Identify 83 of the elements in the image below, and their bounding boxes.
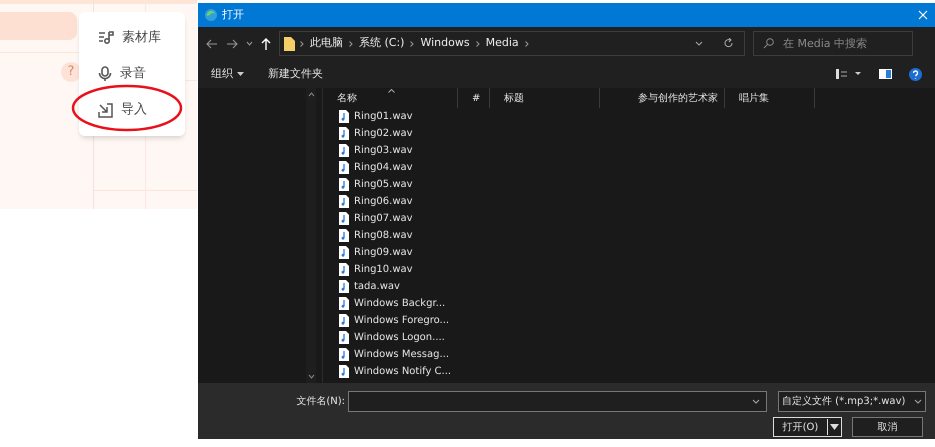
scroll-down-icon[interactable] — [308, 374, 315, 379]
new-folder-button[interactable]: 新建文件夹 — [268, 66, 323, 82]
open-split-button[interactable]: 打开(O) — [773, 417, 842, 437]
file-item[interactable]: Windows Backgr... — [339, 295, 935, 312]
music-note-icon — [98, 31, 114, 45]
caret-icon — [237, 72, 244, 76]
file-item[interactable]: Ring07.wav — [339, 210, 935, 227]
menu-item[interactable]: 素材库 — [79, 20, 185, 56]
scroll-up-icon[interactable] — [308, 92, 315, 97]
audio-file-icon — [339, 297, 349, 310]
column-header[interactable]: 标题 — [490, 88, 600, 108]
menu-item[interactable]: 录音 — [79, 56, 185, 92]
organize-menu[interactable]: 组织 — [211, 66, 244, 82]
file-item[interactable]: Ring01.wav — [339, 108, 935, 125]
dropdown-icon[interactable] — [752, 399, 760, 404]
breadcrumb[interactable]: 系统 (C:) — [359, 35, 404, 52]
scrollbar[interactable] — [306, 88, 316, 383]
file-item[interactable]: Ring04.wav — [339, 159, 935, 176]
audio-file-icon — [339, 110, 349, 123]
window-title: 打开 — [222, 6, 244, 23]
dropdown-icon — [914, 399, 922, 404]
cancel-button[interactable]: 取消 — [852, 417, 923, 437]
close-icon[interactable] — [918, 10, 928, 20]
audio-file-icon — [339, 263, 349, 276]
audio-file-icon — [339, 348, 349, 361]
audio-file-icon — [339, 314, 349, 327]
view-options-icon[interactable] — [836, 69, 862, 79]
search-field[interactable]: 在 Media 中搜索 — [753, 31, 913, 56]
file-item[interactable]: Ring06.wav — [339, 193, 935, 210]
file-item[interactable]: Ring10.wav — [339, 261, 935, 278]
chevron-icon — [524, 40, 529, 46]
audio-file-icon — [339, 195, 349, 208]
column-header[interactable]: # — [458, 88, 490, 108]
chevron-icon — [300, 40, 304, 46]
preview-pane-icon[interactable] — [879, 69, 892, 79]
file-item[interactable]: tada.wav — [339, 278, 935, 295]
recent-icon[interactable] — [246, 41, 253, 46]
audio-file-icon — [339, 212, 349, 225]
audio-file-icon — [339, 331, 349, 344]
file-item[interactable]: Ring09.wav — [339, 244, 935, 261]
sort-icon — [388, 89, 395, 93]
file-item[interactable]: Windows Messag... — [339, 346, 935, 363]
search-icon — [763, 38, 774, 49]
audio-file-icon — [339, 178, 349, 191]
audio-file-icon — [339, 127, 349, 140]
file-item[interactable]: Ring03.wav — [339, 142, 935, 159]
dropdown-icon[interactable] — [828, 423, 841, 431]
audio-file-icon — [339, 161, 349, 174]
help-icon[interactable] — [909, 68, 922, 80]
filename-label: 文件名(N): — [295, 394, 346, 409]
chevron-icon — [476, 40, 480, 46]
audio-file-icon — [339, 246, 349, 259]
file-type-dropdown[interactable]: 自定义文件 (*.mp3;*.wav) — [778, 391, 926, 412]
refresh-icon[interactable] — [724, 38, 734, 49]
forward-icon[interactable] — [226, 38, 238, 48]
import-icon — [98, 102, 113, 118]
audio-file-icon — [339, 280, 349, 293]
column-header[interactable]: 名称 — [323, 88, 458, 108]
microphone-icon — [98, 66, 112, 82]
audio-file-icon — [339, 229, 349, 242]
breadcrumb[interactable]: Media — [486, 35, 519, 52]
chevron-icon — [349, 40, 353, 46]
filename-field[interactable] — [348, 391, 767, 412]
dropdown-icon[interactable] — [695, 41, 703, 46]
address-bar[interactable]: 此电脑 系统 (C:) Windows Media — [279, 31, 745, 56]
app-icon — [204, 8, 218, 22]
column-header[interactable]: 参与创作的艺术家 — [600, 88, 725, 108]
breadcrumb[interactable]: Windows — [420, 35, 470, 52]
column-header[interactable]: 唱片集 — [725, 88, 815, 108]
menu-item[interactable]: 导入 — [79, 92, 185, 128]
file-item[interactable]: Ring02.wav — [339, 125, 935, 142]
audio-file-icon — [339, 144, 349, 157]
up-icon[interactable] — [261, 38, 271, 50]
file-item[interactable]: Ring05.wav — [339, 176, 935, 193]
file-item[interactable]: Windows Notify C... — [339, 363, 935, 380]
back-icon[interactable] — [206, 38, 218, 48]
file-item[interactable]: Windows Foregro... — [339, 312, 935, 329]
file-item[interactable]: Windows Logon.... — [339, 329, 935, 346]
folder-icon — [284, 36, 295, 50]
file-item[interactable]: Ring08.wav — [339, 227, 935, 244]
audio-file-icon — [339, 365, 349, 378]
breadcrumb[interactable]: 此电脑 — [310, 35, 343, 52]
chevron-icon — [410, 40, 414, 46]
